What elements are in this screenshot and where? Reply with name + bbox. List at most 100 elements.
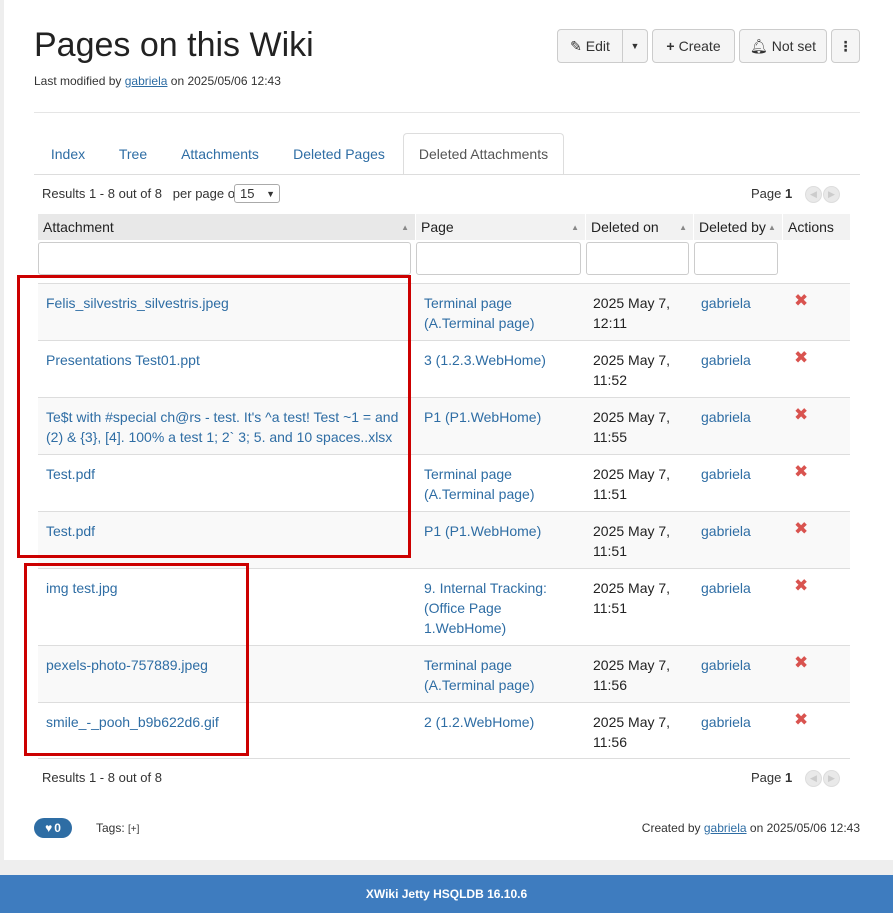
deleted-by-user-link[interactable]: gabriela — [701, 293, 751, 313]
delete-icon[interactable]: ✖ — [794, 654, 808, 671]
deleted-on-date: 2025 May 7, 11:51 — [593, 464, 693, 504]
caret-down-icon: ▼ — [630, 41, 640, 51]
delete-icon[interactable]: ✖ — [794, 406, 808, 423]
more-actions-button[interactable]: ⋮ — [831, 29, 860, 63]
page-link-line: 3 (1.2.3.WebHome) — [424, 352, 546, 368]
heart-icon: ♥ — [45, 821, 53, 835]
delete-icon[interactable]: ✖ — [794, 577, 808, 594]
filter-deleted-by-input[interactable] — [694, 242, 778, 275]
tab-deleted-attachments[interactable]: Deleted Attachments — [403, 133, 564, 175]
edit-button[interactable]: ✎ Edit — [557, 29, 623, 63]
date-line: 11:56 — [593, 677, 627, 693]
page-link[interactable]: Terminal page (A.Terminal page) — [424, 293, 589, 333]
page-link[interactable]: P1 (P1.WebHome) — [424, 521, 589, 541]
page-link-line: 1.WebHome) — [424, 620, 507, 636]
chevron-right-icon: ▶ — [828, 773, 835, 783]
tab-index[interactable]: Index — [37, 133, 99, 175]
prev-page-button[interactable]: ◀ — [805, 770, 822, 787]
highlight-box-2 — [24, 563, 249, 756]
date-line: 2025 May 7, — [593, 580, 671, 596]
page-title: Pages on this Wiki — [34, 26, 314, 64]
delete-icon[interactable]: ✖ — [794, 520, 808, 537]
deleted-by-user-link[interactable]: gabriela — [701, 464, 751, 484]
delete-icon[interactable]: ✖ — [794, 349, 808, 366]
page-link-line: Terminal page — [424, 657, 512, 673]
per-page-select[interactable]: 15 ▼ — [234, 184, 280, 203]
created-user-link[interactable]: gabriela — [704, 821, 747, 835]
plus-icon: + — [666, 38, 675, 54]
page-link[interactable]: Terminal page (A.Terminal page) — [424, 464, 589, 504]
tab-attachments[interactable]: Attachments — [168, 133, 272, 175]
page-link-line: (A.Terminal page) — [424, 486, 535, 502]
date-line: 2025 May 7, — [593, 352, 671, 368]
page-link[interactable]: Terminal page (A.Terminal page) — [424, 655, 589, 695]
next-page-button[interactable]: ▶ — [823, 770, 840, 787]
page-link[interactable]: 2 (1.2.WebHome) — [424, 712, 589, 732]
filter-page-input[interactable] — [416, 242, 581, 275]
date-line: 2025 May 7, — [593, 523, 671, 539]
highlight-box-1 — [17, 275, 411, 558]
page-link-line: Terminal page — [424, 466, 512, 482]
last-modified-line: Last modified by gabriela on 2025/05/06 … — [34, 74, 281, 88]
bell-icon: 🔔︎ — [749, 37, 768, 54]
results-count-top: Results 1 - 8 out of 8 per page of — [42, 186, 239, 201]
date-line: 2025 May 7, — [593, 714, 671, 730]
prev-page-button[interactable]: ◀ — [805, 186, 822, 203]
page-link-line: P1 (P1.WebHome) — [424, 523, 542, 539]
page-indicator-top: Page 1 — [751, 186, 793, 201]
chevron-down-icon: ▼ — [266, 188, 275, 199]
chevron-left-icon: ◀ — [810, 189, 817, 199]
column-header-deleted-on[interactable]: Deleted on ▲ — [586, 214, 693, 240]
page-link-line: P1 (P1.WebHome) — [424, 409, 542, 425]
table-bottom-line — [38, 758, 850, 759]
results-count-bottom: Results 1 - 8 out of 8 — [42, 770, 162, 785]
page-link[interactable]: P1 (P1.WebHome) — [424, 407, 589, 427]
deleted-by-user-link[interactable]: gabriela — [701, 407, 751, 427]
date-line: 11:51 — [593, 486, 627, 502]
deleted-by-user-link[interactable]: gabriela — [701, 578, 751, 598]
delete-icon[interactable]: ✖ — [794, 711, 808, 728]
deleted-by-user-link[interactable]: gabriela — [701, 655, 751, 675]
sort-icon: ▲ — [679, 222, 687, 232]
like-button[interactable]: ♥ 0 — [34, 818, 72, 838]
column-header-deleted-by[interactable]: Deleted by ▲ — [694, 214, 782, 240]
deleted-on-date: 2025 May 7, 12:11 — [593, 293, 693, 333]
page-link[interactable]: 3 (1.2.3.WebHome) — [424, 350, 589, 370]
deleted-on-date: 2025 May 7, 11:56 — [593, 655, 693, 695]
page-link-line: 2 (1.2.WebHome) — [424, 714, 535, 730]
tab-bar-line — [34, 174, 860, 175]
deleted-on-date: 2025 May 7, 11:55 — [593, 407, 693, 447]
tab-tree[interactable]: Tree — [105, 133, 161, 175]
sort-icon: ▲ — [767, 222, 776, 232]
date-line: 11:55 — [593, 429, 627, 445]
deleted-on-date: 2025 May 7, 11:51 — [593, 521, 693, 561]
delete-icon[interactable]: ✖ — [794, 292, 808, 309]
deleted-on-date: 2025 May 7, 11:52 — [593, 350, 693, 390]
page-link[interactable]: 9. Internal Tracking: (Office Page 1.WebHo… — [424, 578, 589, 638]
chevron-right-icon: ▶ — [828, 189, 835, 199]
notifications-button[interactable]: 🔔︎ Not set — [739, 29, 827, 63]
date-line: 2025 May 7, — [593, 409, 671, 425]
filter-attachment-input[interactable] — [38, 242, 411, 275]
deleted-by-user-link[interactable]: gabriela — [701, 350, 751, 370]
column-header-actions: Actions — [783, 214, 850, 240]
deleted-by-user-link[interactable]: gabriela — [701, 712, 751, 732]
column-header-attachment[interactable]: Attachment ▲ — [38, 214, 415, 240]
column-header-page[interactable]: Page ▲ — [416, 214, 585, 240]
sort-icon: ▲ — [571, 222, 579, 232]
date-line: 2025 May 7, — [593, 295, 671, 311]
edit-dropdown-button[interactable]: ▼ — [622, 29, 648, 63]
filter-deleted-on-input[interactable] — [586, 242, 689, 275]
page-link-line: (A.Terminal page) — [424, 677, 535, 693]
deleted-on-date: 2025 May 7, 11:51 — [593, 578, 693, 618]
deleted-by-user-link[interactable]: gabriela — [701, 521, 751, 541]
delete-icon[interactable]: ✖ — [794, 463, 808, 480]
tab-deleted-pages[interactable]: Deleted Pages — [280, 133, 398, 175]
add-tag-link[interactable]: [+] — [128, 824, 139, 835]
create-button[interactable]: + Create — [652, 29, 735, 63]
modified-user-link[interactable]: gabriela — [125, 74, 168, 88]
next-page-button[interactable]: ▶ — [823, 186, 840, 203]
date-line: 11:52 — [593, 372, 627, 388]
page-indicator-bottom: Page 1 — [751, 770, 793, 785]
divider — [34, 112, 860, 113]
